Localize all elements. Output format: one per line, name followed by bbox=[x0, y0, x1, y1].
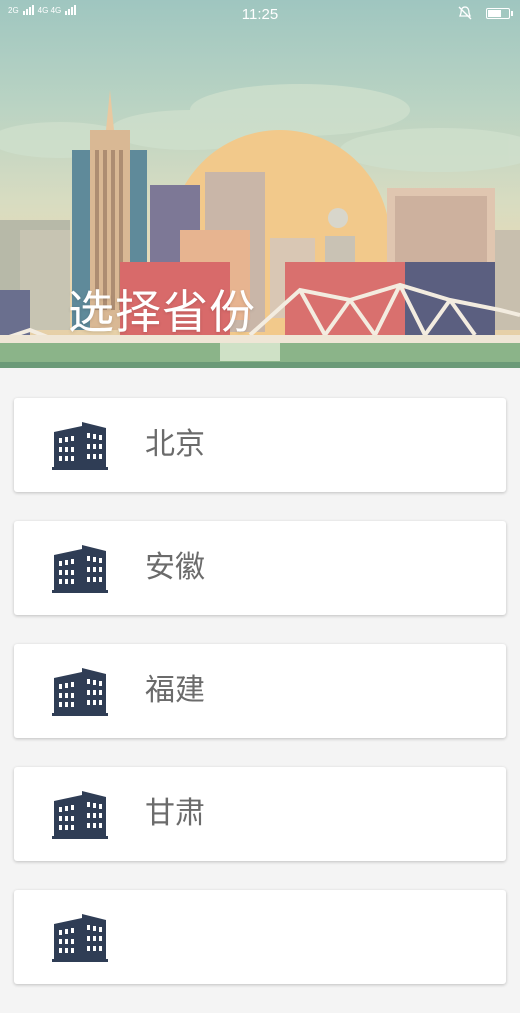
province-item-gansu[interactable]: 甘肃 bbox=[14, 767, 506, 861]
battery-icon bbox=[486, 7, 513, 19]
province-item-fujian[interactable]: 福建 bbox=[14, 644, 506, 738]
province-label: 北京 bbox=[145, 427, 205, 462]
mute-icon bbox=[458, 6, 472, 20]
page-title: 选择省份 bbox=[68, 285, 256, 339]
building-icon bbox=[52, 422, 108, 470]
province-item-beijing[interactable]: 北京 bbox=[14, 398, 506, 492]
province-label: 福建 bbox=[145, 673, 205, 708]
province-item-partial[interactable] bbox=[14, 890, 506, 984]
clock: 11:25 bbox=[241, 6, 279, 23]
province-item-anhui[interactable]: 安徽 bbox=[14, 521, 506, 615]
header-banner: 2G 4G 4G 11:25 选择省份 bbox=[0, 0, 520, 368]
building-icon bbox=[52, 914, 108, 962]
building-icon bbox=[52, 668, 108, 716]
province-list: 北京 安徽 福建 甘肃 bbox=[14, 398, 506, 1013]
province-label: 安徽 bbox=[145, 550, 205, 585]
province-label: 甘肃 bbox=[145, 796, 205, 831]
building-icon bbox=[52, 791, 108, 839]
status-bar: 2G 4G 4G 11:25 bbox=[0, 0, 520, 28]
building-icon bbox=[52, 545, 108, 593]
